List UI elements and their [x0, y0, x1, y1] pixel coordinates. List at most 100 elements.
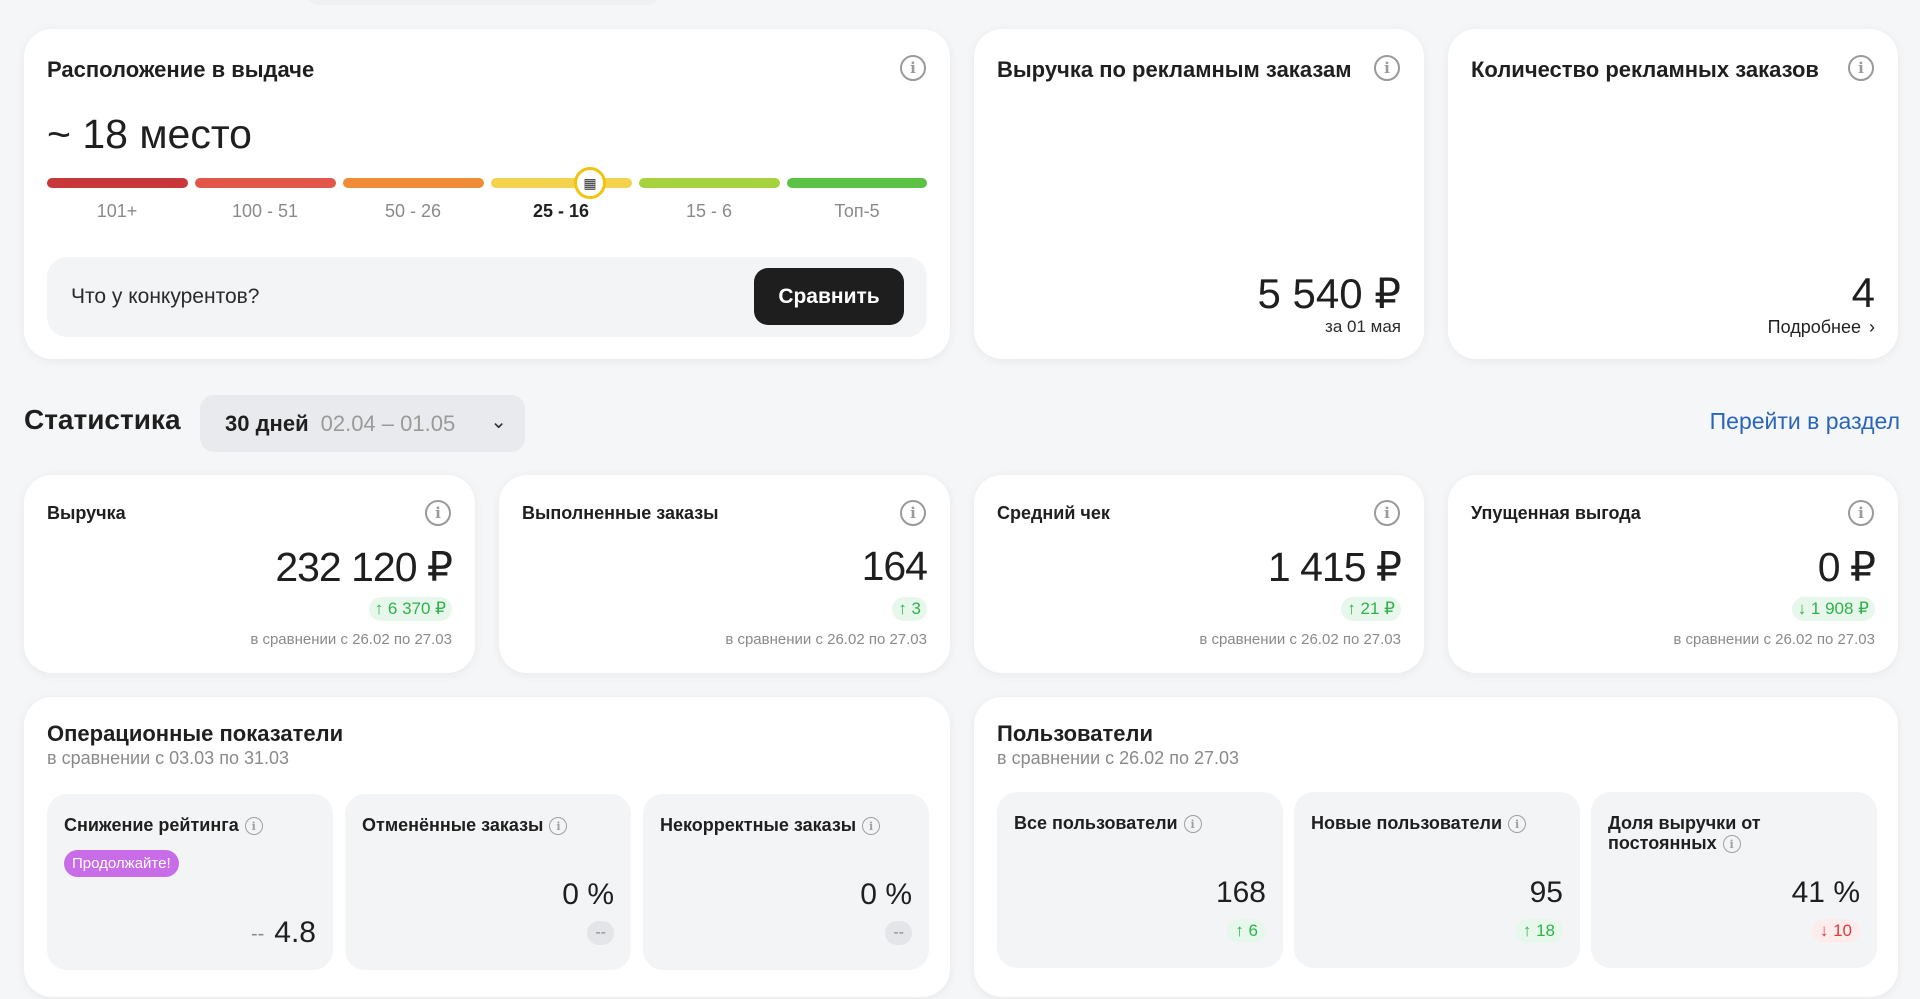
- stat-delta-badge: ↑ 6 370 ₽: [368, 597, 452, 621]
- goto-section-link[interactable]: Перейти в раздел: [1710, 408, 1900, 435]
- period-days: 30 дней: [225, 410, 309, 436]
- ad-revenue-card: Выручка по рекламным заказам i 5 540 ₽ з…: [974, 29, 1424, 359]
- stat-card-average-check: Средний чек i 1 415 ₽ ↑ 21 ₽ в сравнении…: [974, 475, 1424, 673]
- segment-label-25-16: 25 - 16: [532, 201, 590, 221]
- inner-card-value: 95: [1529, 876, 1563, 909]
- info-icon[interactable]: i: [1374, 55, 1400, 81]
- more-link[interactable]: Подробнее ›: [1768, 317, 1875, 338]
- inner-card-dash-badge: --: [587, 921, 614, 945]
- continue-badge: Продолжайте!: [64, 850, 179, 877]
- inner-card-all-users: Все пользователи i 168 ↑ 6: [997, 792, 1283, 968]
- inner-card-returning-revenue-share: Доля выручки от постоянных i 41 % ↓ 10: [1591, 792, 1877, 968]
- chevron-down-icon: ⌄: [490, 411, 507, 433]
- inner-card-rating-drop: Снижение рейтинга i Продолжайте! -- 4.8: [47, 794, 333, 970]
- ad-revenue-value: 5 540 ₽: [1257, 270, 1402, 317]
- stat-card-lost-profit: Упущенная выгода i 0 ₽ ↓ 1 908 ₽ в сравн…: [1448, 475, 1898, 673]
- segment-label-top5: Топ-5: [834, 201, 880, 221]
- stat-card-revenue: Выручка i 232 120 ₽ ↑ 6 370 ₽ в сравнени…: [24, 475, 475, 673]
- position-card-title: Расположение в выдаче: [47, 57, 315, 82]
- inner-card-title: Все пользователи i: [1014, 813, 1254, 834]
- stat-compare-text: в сравнении с 26.02 по 27.03: [725, 631, 927, 648]
- info-icon[interactable]: i: [1722, 835, 1741, 854]
- more-link-label: Подробнее: [1767, 317, 1861, 337]
- stat-compare-text: в сравнении с 26.02 по 27.03: [250, 631, 452, 648]
- stat-card-value: 0 ₽: [1817, 544, 1876, 590]
- inner-card-cancelled-orders: Отменённые заказы i 0 % --: [345, 794, 631, 970]
- position-segment-top5: [787, 178, 927, 188]
- users-title: Пользователи: [997, 721, 1154, 746]
- inner-card-title: Новые пользователи i: [1311, 813, 1551, 834]
- users-card: Пользователи в сравнении с 26.02 по 27.0…: [974, 697, 1898, 997]
- compare-box: Что у конкурентов? Сравнить: [47, 257, 927, 337]
- ad-orders-card: Количество рекламных заказов i 4 Подробн…: [1448, 29, 1898, 359]
- stat-compare-text: в сравнении с 26.02 по 27.03: [1673, 631, 1875, 648]
- info-icon[interactable]: i: [1183, 815, 1202, 834]
- info-icon[interactable]: i: [1374, 500, 1400, 526]
- inner-card-value: 0 %: [860, 878, 912, 911]
- position-segment-15-6: [639, 178, 780, 188]
- ad-orders-title: Количество рекламных заказов: [1471, 57, 1819, 82]
- info-icon[interactable]: i: [1508, 815, 1527, 834]
- inner-card-dash-badge: --: [885, 921, 912, 945]
- inner-delta-badge: ↓ 10: [1811, 919, 1860, 943]
- rating-value: -- 4.8: [251, 916, 316, 950]
- operational-card: Операционные показатели в сравнении с 03…: [24, 697, 950, 997]
- stat-compare-text: в сравнении с 26.02 по 27.03: [1199, 631, 1401, 648]
- info-icon[interactable]: i: [1848, 55, 1874, 81]
- inner-delta-badge: ↑ 18: [1514, 919, 1563, 943]
- position-segment-50-26: [343, 178, 484, 188]
- info-icon[interactable]: i: [244, 817, 263, 836]
- position-marker-store-icon: ▦: [574, 167, 606, 199]
- inner-card-title-text: Некорректные заказы: [660, 815, 857, 835]
- stat-delta-badge: ↓ 1 908 ₽: [1791, 597, 1875, 621]
- compare-question: Что у конкурентов?: [71, 285, 260, 308]
- compare-button[interactable]: Сравнить: [754, 268, 904, 325]
- info-icon[interactable]: i: [900, 500, 926, 526]
- inner-card-value: 0 %: [562, 878, 614, 911]
- ad-orders-value: 4: [1851, 269, 1875, 316]
- stat-delta-badge: ↑ 21 ₽: [1341, 597, 1401, 621]
- segment-label-100-51: 100 - 51: [231, 201, 299, 221]
- period-select[interactable]: 30 дней 02.04 – 01.05 ⌄: [200, 395, 525, 452]
- stat-card-value: 164: [861, 543, 928, 589]
- info-icon[interactable]: i: [425, 500, 451, 526]
- position-card: Расположение в выдаче i ~ 18 место ▦ 101…: [24, 29, 950, 359]
- operational-subtitle: в сравнении с 03.03 по 31.03: [47, 748, 289, 768]
- inner-card-title: Отменённые заказы i: [362, 815, 602, 836]
- inner-card-incorrect-orders: Некорректные заказы i 0 % --: [643, 794, 929, 970]
- stat-card-value: 232 120 ₽: [275, 544, 453, 590]
- info-icon[interactable]: i: [1848, 500, 1874, 526]
- position-segment-101: [47, 178, 188, 188]
- stat-card-title: Выручка: [47, 503, 126, 523]
- inner-card-title: Доля выручки от постоянных i: [1608, 813, 1798, 854]
- top-segmented-fragment: [305, 0, 660, 5]
- users-subtitle: в сравнении с 26.02 по 27.03: [997, 748, 1239, 768]
- inner-card-title-text: Снижение рейтинга: [64, 815, 239, 835]
- stat-card-value: 1 415 ₽: [1267, 544, 1402, 590]
- inner-card-title-text: Новые пользователи: [1311, 813, 1503, 833]
- inner-card-value: 168: [1215, 876, 1266, 909]
- stat-delta-badge: ↑ 3: [892, 597, 927, 621]
- inner-delta-badge: ↑ 6: [1227, 919, 1266, 943]
- stat-card-title: Средний чек: [997, 503, 1110, 523]
- segment-label-15-6: 15 - 6: [685, 201, 733, 221]
- inner-card-value: 41 %: [1791, 876, 1860, 909]
- ad-revenue-title: Выручка по рекламным заказам: [997, 57, 1352, 82]
- operational-title: Операционные показатели: [47, 721, 344, 746]
- rating-dash: --: [250, 922, 265, 945]
- ad-revenue-date: за 01 мая: [1325, 317, 1401, 336]
- stat-card-title: Выполненные заказы: [522, 503, 719, 523]
- info-icon[interactable]: i: [900, 55, 926, 81]
- position-segment-100-51: [195, 178, 336, 188]
- info-icon[interactable]: i: [862, 817, 881, 836]
- chevron-right-icon: ›: [1869, 317, 1875, 337]
- inner-card-new-users: Новые пользователи i 95 ↑ 18: [1294, 792, 1580, 968]
- rating-number: 4.8: [274, 916, 316, 949]
- stat-card-completed-orders: Выполненные заказы i 164 ↑ 3 в сравнении…: [499, 475, 950, 673]
- position-value: ~ 18 место: [47, 111, 252, 157]
- inner-card-title: Некорректные заказы i: [660, 815, 900, 836]
- segment-label-101: 101+: [96, 201, 138, 221]
- inner-card-title: Снижение рейтинга i: [64, 815, 304, 836]
- info-icon[interactable]: i: [549, 817, 568, 836]
- inner-card-title-text: Все пользователи: [1014, 813, 1178, 833]
